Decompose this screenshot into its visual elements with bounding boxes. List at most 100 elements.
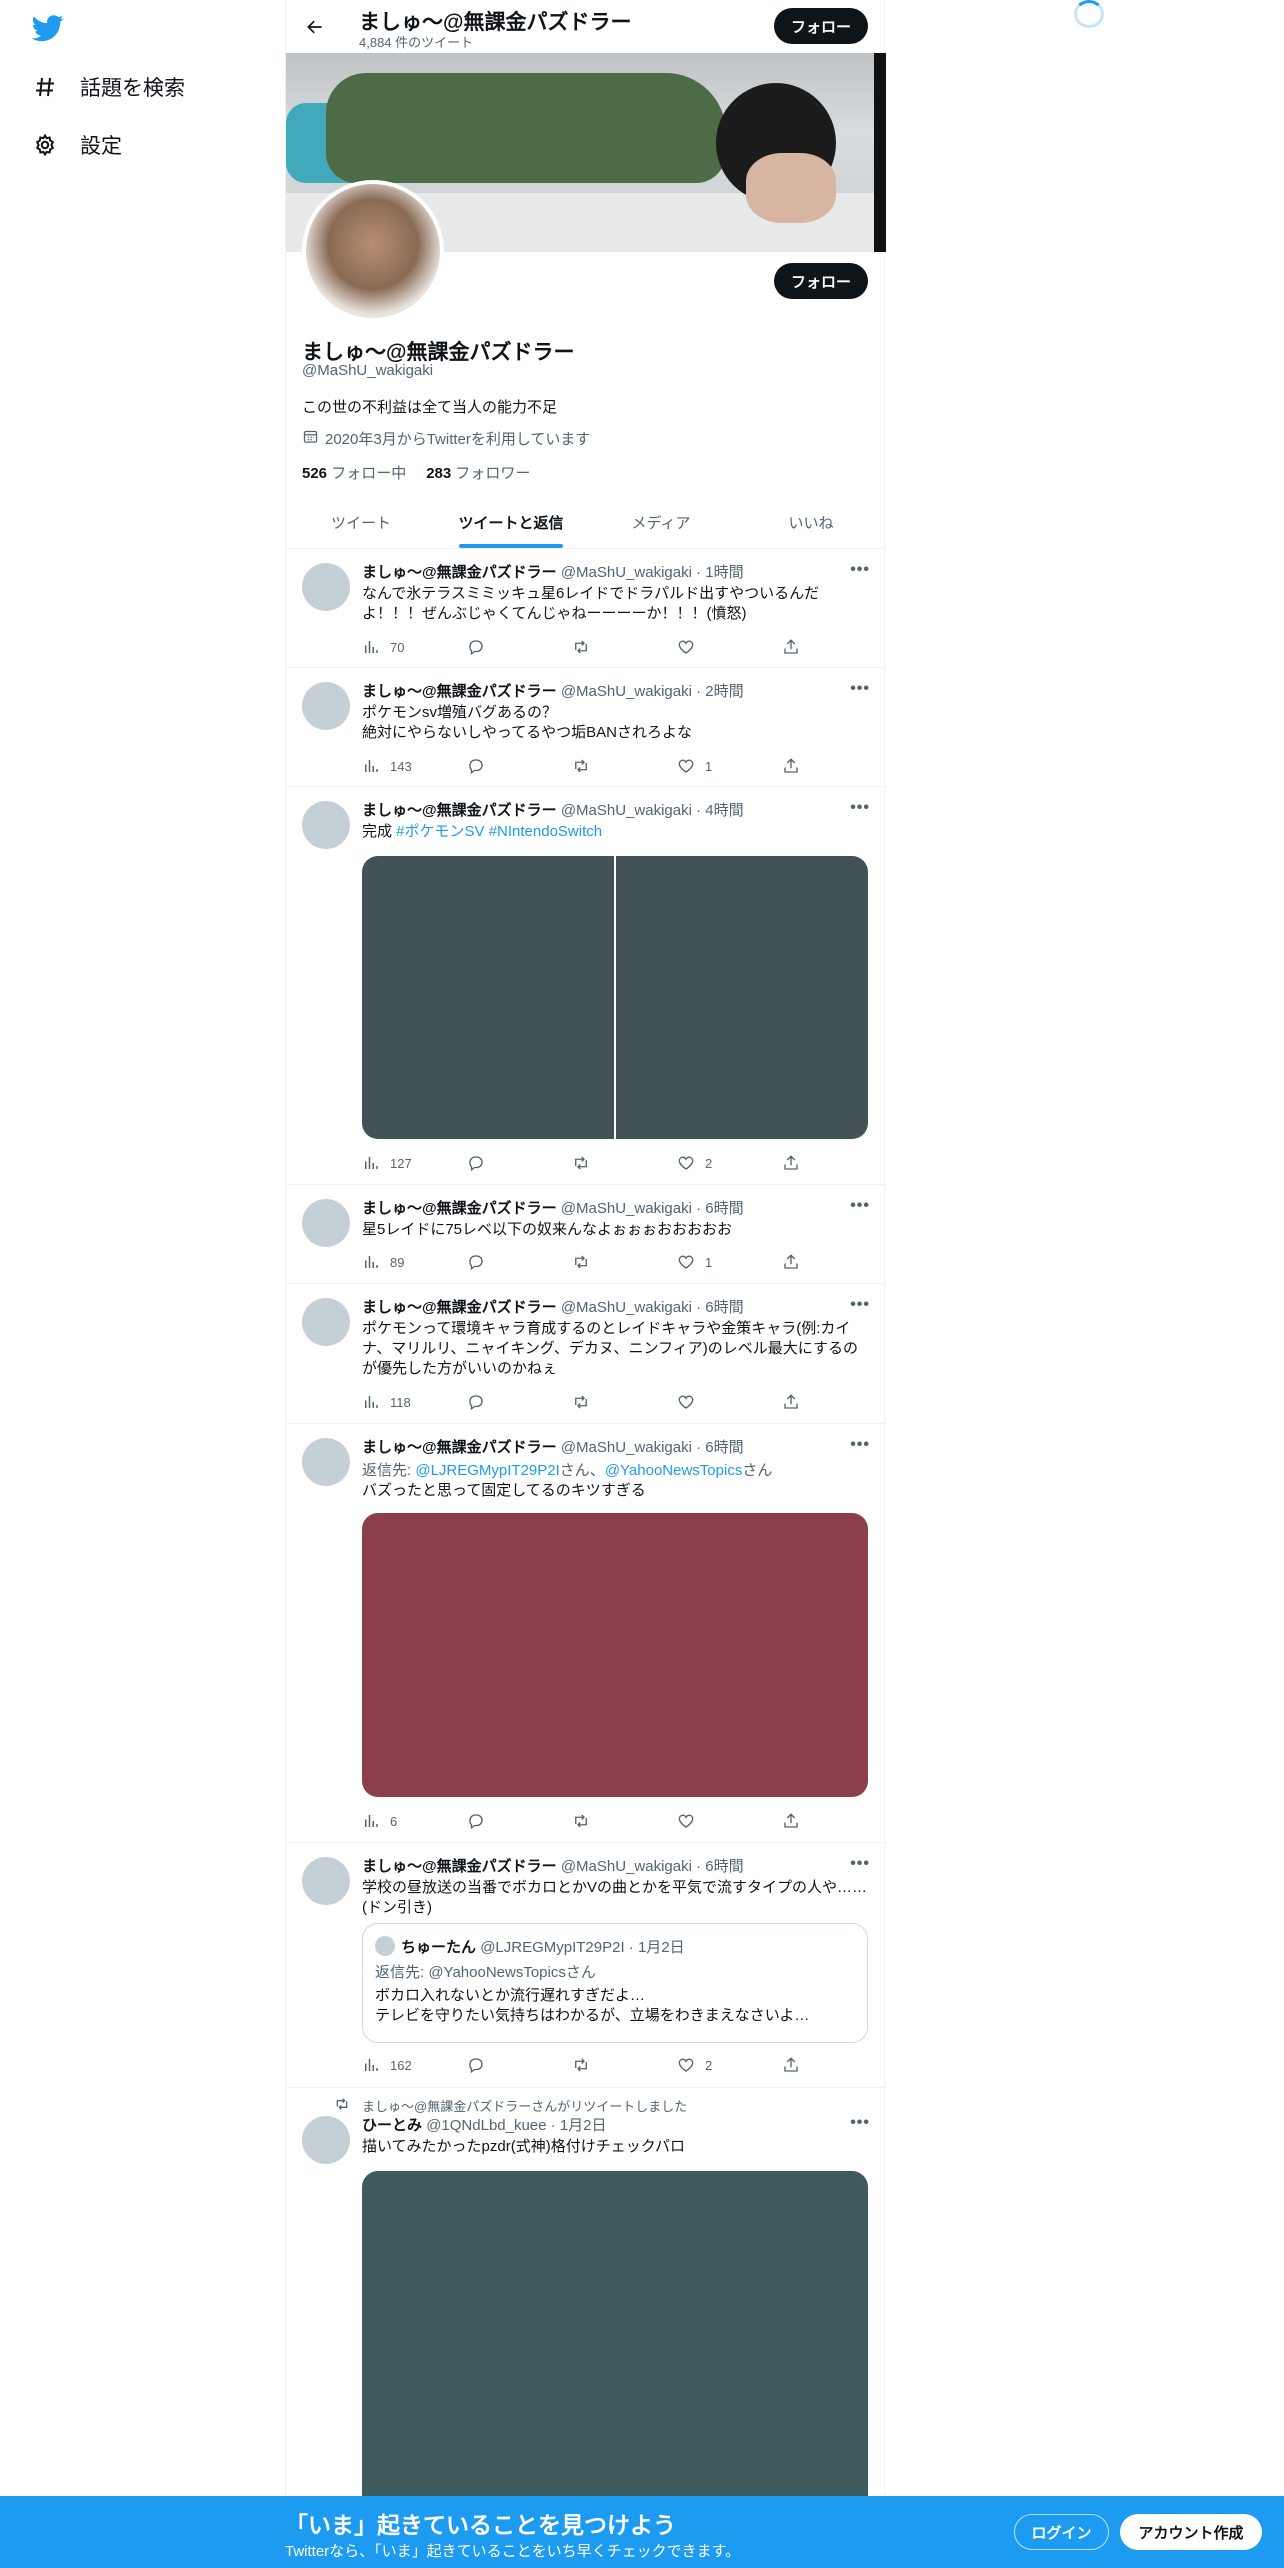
reply-button[interactable] bbox=[467, 1153, 537, 1173]
tweet-meta: @MaShU_wakigaki · 1時間 bbox=[560, 564, 744, 581]
tab-tweets-and-replies[interactable]: ツイートと返信 bbox=[436, 496, 586, 548]
tweet-avatar[interactable] bbox=[302, 563, 350, 611]
tweet-media-image[interactable] bbox=[362, 1513, 868, 1797]
more-options-icon[interactable]: ••• bbox=[850, 1197, 870, 1215]
tweet-avatar[interactable] bbox=[302, 682, 350, 730]
reply-button[interactable] bbox=[467, 756, 537, 776]
tweet-header: ましゅ〜@無課金パズドラー @MaShU_wakigaki · 6時間 bbox=[362, 1296, 744, 1317]
calendar-icon bbox=[302, 428, 319, 449]
following-link[interactable]: 526 フォロー中 bbox=[302, 462, 406, 483]
reply-icon bbox=[469, 759, 483, 775]
views-button[interactable]: 162 bbox=[362, 2055, 432, 2075]
tweet-text-line-2: 絶対にやらないしやってるやつ垢BANされろよな bbox=[362, 724, 692, 741]
nav-explore[interactable]: 話題を検索 bbox=[32, 72, 185, 102]
back-arrow-icon[interactable] bbox=[300, 12, 330, 42]
nav-explore-label: 話題を検索 bbox=[80, 77, 185, 100]
share-button[interactable] bbox=[782, 2055, 802, 2075]
like-button[interactable]: 2 bbox=[677, 2055, 747, 2075]
retweet-button[interactable] bbox=[572, 637, 642, 657]
tab-media[interactable]: メディア bbox=[586, 496, 736, 548]
tweet[interactable]: ましゅ〜@無課金パズドラー @MaShU_wakigaki · 6時間 ••• … bbox=[286, 1424, 886, 1843]
views-button[interactable]: 89 bbox=[362, 1252, 432, 1272]
signup-button[interactable]: アカウント作成 bbox=[1120, 2514, 1262, 2550]
tab-likes[interactable]: いいね bbox=[736, 496, 886, 548]
profile-avatar[interactable] bbox=[302, 180, 444, 322]
tweet-author-name[interactable]: ましゅ〜@無課金パズドラー bbox=[362, 802, 557, 819]
tweet-author-name[interactable]: ましゅ〜@無課金パズドラー bbox=[362, 1200, 557, 1217]
views-button[interactable]: 143 bbox=[362, 756, 432, 776]
tweet-media-image[interactable] bbox=[362, 2171, 868, 2496]
nav-settings[interactable]: 設定 bbox=[32, 130, 122, 160]
like-button[interactable]: 1 bbox=[677, 756, 747, 776]
mention-link[interactable]: @YahooNewsTopics bbox=[605, 1462, 743, 1479]
views-button[interactable]: 127 bbox=[362, 1153, 432, 1173]
retweet-button[interactable] bbox=[572, 756, 642, 776]
tab-tweets[interactable]: ツイート bbox=[286, 496, 436, 548]
like-button[interactable] bbox=[677, 637, 747, 657]
like-count: 2 bbox=[705, 2057, 713, 2073]
tweet-media-image[interactable] bbox=[362, 856, 614, 1139]
twitter-logo-icon[interactable] bbox=[31, 12, 64, 44]
share-button[interactable] bbox=[782, 1392, 802, 1412]
tweet[interactable]: ましゅ〜@無課金パズドラー @MaShU_wakigaki · 1時間 ••• … bbox=[286, 549, 886, 668]
retweet-button[interactable] bbox=[572, 1392, 642, 1412]
hashtag-link[interactable]: #NIntendoSwitch bbox=[489, 823, 602, 840]
tweet-avatar[interactable] bbox=[302, 1438, 350, 1486]
more-options-icon[interactable]: ••• bbox=[850, 799, 870, 817]
retweet-button[interactable] bbox=[572, 2055, 642, 2075]
reply-mid: さん、 bbox=[559, 1462, 605, 1479]
mention-link[interactable]: @LJREGMypIT29P2I bbox=[415, 1462, 559, 1479]
tweet[interactable]: ましゅ〜@無課金パズドラーさんがリツイートしました ひーとみ @1QNdLbd_… bbox=[286, 2088, 886, 2496]
reply-button[interactable] bbox=[467, 1392, 537, 1412]
share-button[interactable] bbox=[782, 1811, 802, 1831]
share-button[interactable] bbox=[782, 756, 802, 776]
tweet-author-name[interactable]: ひーとみ bbox=[362, 2117, 422, 2134]
more-options-icon[interactable]: ••• bbox=[850, 1855, 870, 1873]
more-options-icon[interactable]: ••• bbox=[850, 561, 870, 579]
views-button[interactable]: 70 bbox=[362, 637, 432, 657]
more-options-icon[interactable]: ••• bbox=[850, 1436, 870, 1454]
tweet-author-name[interactable]: ましゅ〜@無課金パズドラー bbox=[362, 1299, 557, 1316]
tweet[interactable]: ましゅ〜@無課金パズドラー @MaShU_wakigaki · 2時間 ••• … bbox=[286, 668, 886, 787]
reply-button[interactable] bbox=[467, 1252, 537, 1272]
retweet-button[interactable] bbox=[572, 1153, 642, 1173]
tweet-media-image[interactable] bbox=[616, 856, 868, 1139]
tweet-author-name[interactable]: ましゅ〜@無課金パズドラー bbox=[362, 564, 557, 581]
tweet-author-name[interactable]: ましゅ〜@無課金パズドラー bbox=[362, 1439, 557, 1456]
followers-link[interactable]: 283 フォロワー bbox=[426, 462, 530, 483]
more-options-icon[interactable]: ••• bbox=[850, 1296, 870, 1314]
tweet-avatar[interactable] bbox=[302, 2116, 350, 2164]
more-options-icon[interactable]: ••• bbox=[850, 2114, 870, 2132]
tweet-avatar[interactable] bbox=[302, 1857, 350, 1905]
tweet-avatar[interactable] bbox=[302, 801, 350, 849]
share-button[interactable] bbox=[782, 637, 802, 657]
more-options-icon[interactable]: ••• bbox=[850, 680, 870, 698]
reply-button[interactable] bbox=[467, 1811, 537, 1831]
reply-button[interactable] bbox=[467, 637, 537, 657]
share-button[interactable] bbox=[782, 1252, 802, 1272]
login-button[interactable]: ログイン bbox=[1014, 2514, 1109, 2550]
like-button[interactable] bbox=[677, 1811, 747, 1831]
tweet-author-name[interactable]: ましゅ〜@無課金パズドラー bbox=[362, 1858, 557, 1875]
share-button[interactable] bbox=[782, 1153, 802, 1173]
tweet[interactable]: ましゅ〜@無課金パズドラー @MaShU_wakigaki · 4時間 ••• … bbox=[286, 787, 886, 1185]
like-button[interactable]: 2 bbox=[677, 1153, 747, 1173]
profile-follow-button[interactable]: フォロー bbox=[774, 263, 868, 299]
views-button[interactable]: 118 bbox=[362, 1392, 432, 1412]
retweet-button[interactable] bbox=[572, 1252, 642, 1272]
views-button[interactable]: 6 bbox=[362, 1811, 432, 1831]
tweet-avatar[interactable] bbox=[302, 1199, 350, 1247]
hashtag-link[interactable]: #ポケモンSV bbox=[396, 823, 484, 840]
tweet-avatar[interactable] bbox=[302, 1298, 350, 1346]
retweet-button[interactable] bbox=[572, 1811, 642, 1831]
retweet-note[interactable]: ましゅ〜@無課金パズドラーさんがリツイートしました bbox=[362, 2096, 687, 2115]
tweet-author-name[interactable]: ましゅ〜@無課金パズドラー bbox=[362, 683, 557, 700]
tweet[interactable]: ましゅ〜@無課金パズドラー @MaShU_wakigaki · 6時間 ••• … bbox=[286, 1843, 886, 2088]
tweet[interactable]: ましゅ〜@無課金パズドラー @MaShU_wakigaki · 6時間 ••• … bbox=[286, 1284, 886, 1424]
like-button[interactable]: 1 bbox=[677, 1252, 747, 1272]
header-follow-button[interactable]: フォロー bbox=[774, 8, 868, 44]
reply-button[interactable] bbox=[467, 2055, 537, 2075]
quoted-tweet[interactable]: ちゅーたん @LJREGMypIT29P2I · 1月2日 返信先: @Yaho… bbox=[362, 1923, 868, 2043]
tweet[interactable]: ましゅ〜@無課金パズドラー @MaShU_wakigaki · 6時間 ••• … bbox=[286, 1185, 886, 1284]
like-button[interactable] bbox=[677, 1392, 747, 1412]
